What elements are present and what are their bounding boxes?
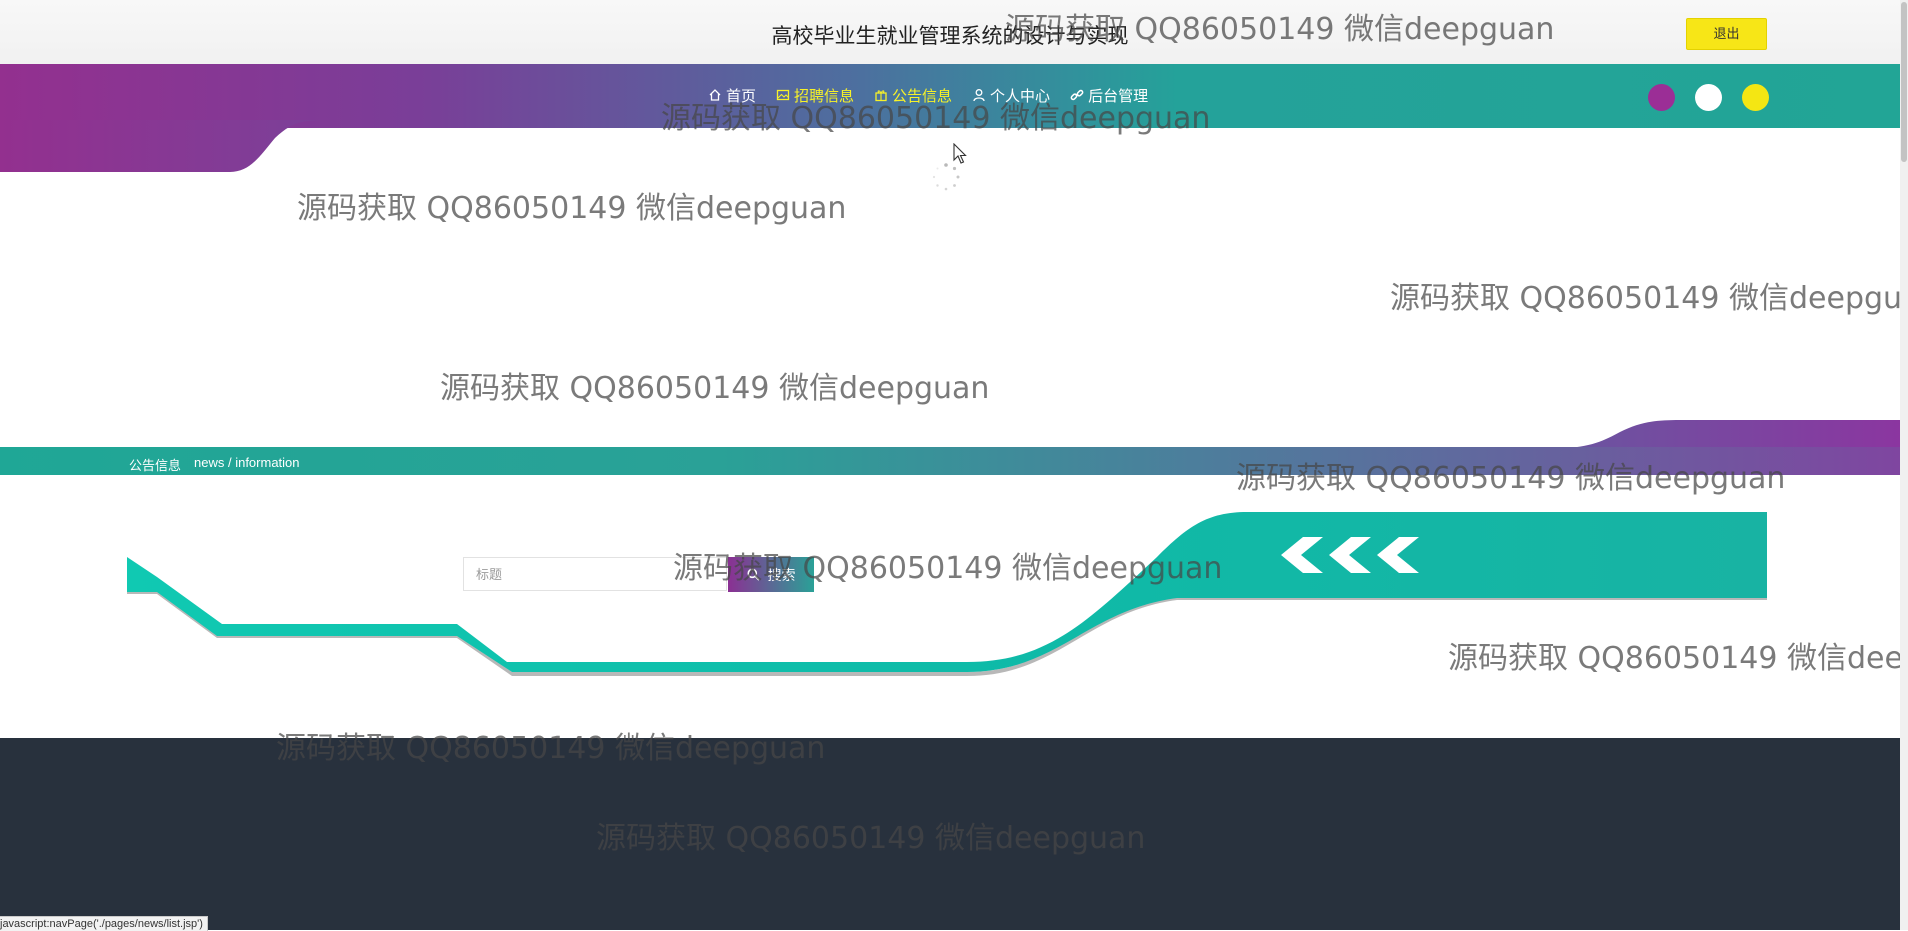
nav-item-announcements[interactable]: 公告信息 — [874, 85, 952, 106]
mouse-cursor-icon — [953, 143, 967, 164]
watermark: 源码获取 QQ86050149 微信deepguan — [1390, 281, 1900, 316]
nav-item-label: 公告信息 — [892, 87, 953, 105]
search-button[interactable]: 搜索 — [728, 557, 814, 592]
gift-icon — [875, 90, 887, 102]
footer — [0, 738, 1900, 930]
home-icon — [709, 89, 721, 101]
logout-button[interactable]: 退出 — [1686, 18, 1767, 50]
theme-yellow-button[interactable] — [1742, 84, 1769, 111]
nav-item-label: 招聘信息 — [794, 87, 855, 105]
loading-spinner-icon — [932, 163, 960, 191]
news-subtitle-text: news / information — [194, 455, 300, 470]
search-button-label: 搜索 — [767, 566, 796, 583]
nav-item-label: 后台管理 — [1088, 87, 1149, 105]
nav-item-label: 首页 — [726, 87, 757, 105]
nav-item-label: 个人中心 — [990, 87, 1051, 105]
user-icon — [973, 89, 985, 102]
picture-icon — [776, 89, 790, 101]
watermark: 源码获取 QQ86050149 微信deepguan — [440, 371, 990, 406]
nav-item-home[interactable]: 首页 — [708, 85, 756, 106]
theme-purple-button[interactable] — [1648, 84, 1675, 111]
chevron-left-arrows-icon — [1281, 537, 1419, 573]
news-title-text: 公告信息 — [129, 458, 182, 473]
news-band-wave — [1560, 420, 1900, 448]
news-section-title: 公告信息 news / information — [129, 455, 300, 474]
nav-item-recruitment[interactable]: 招聘信息 — [776, 85, 854, 106]
site-title: 高校毕业生就业管理系统的设计与实现 — [771, 25, 1129, 48]
nav-item-admin[interactable]: 后台管理 — [1070, 85, 1148, 106]
search-icon — [747, 568, 760, 581]
theme-white-button[interactable] — [1695, 84, 1722, 111]
watermark: 源码获取 QQ86050149 微信deepguan — [297, 191, 847, 226]
search-input[interactable] — [463, 557, 727, 591]
status-bar-url: javascript:navPage('./pages/news/list.js… — [0, 916, 208, 931]
search-banner — [127, 512, 1767, 676]
link-icon — [1070, 89, 1084, 101]
scrollbar-thumb[interactable] — [1901, 2, 1907, 162]
main-nav: 首页 招聘信息 公告信息 个人中心 后台管理 — [708, 84, 1148, 106]
nav-item-profile[interactable]: 个人中心 — [972, 85, 1050, 106]
